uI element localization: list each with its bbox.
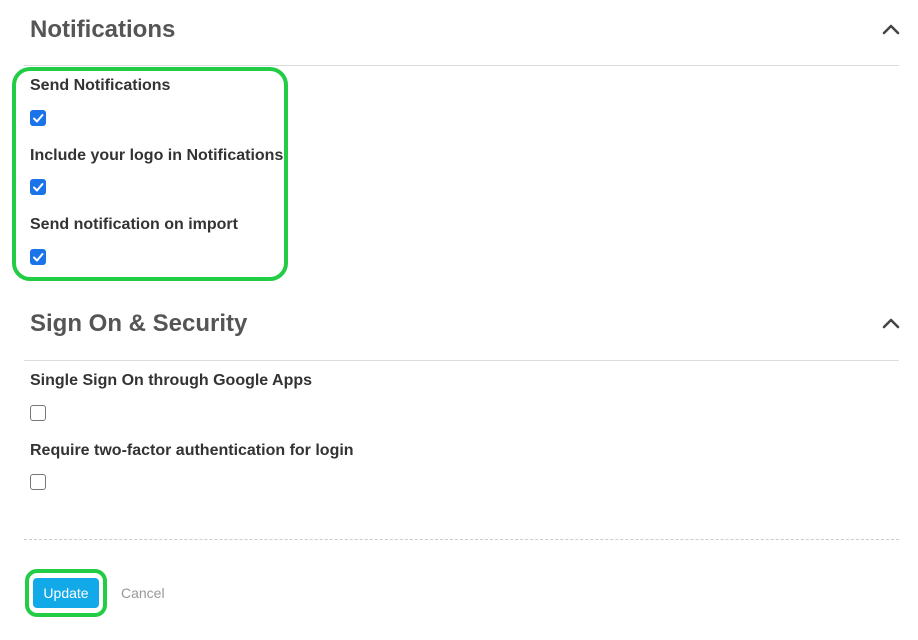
two-factor-checkbox[interactable] (30, 474, 46, 490)
two-factor-label: Require two-factor authentication for lo… (30, 442, 354, 459)
google-sso-label: Single Sign On through Google Apps (30, 372, 313, 389)
send-notifications-checkbox[interactable] (30, 110, 46, 126)
include-logo-checkbox[interactable] (30, 179, 46, 195)
actions-divider (24, 539, 899, 540)
send-notifications-label: Send Notifications (30, 77, 171, 94)
cancel-link[interactable]: Cancel (121, 585, 165, 601)
include-logo-label: Include your logo in Notifications (30, 147, 284, 164)
security-divider (24, 360, 899, 361)
notifications-divider (24, 65, 899, 66)
notify-on-import-checkbox[interactable] (30, 249, 46, 265)
chevron-up-icon[interactable] (882, 23, 900, 35)
chevron-up-icon[interactable] (882, 317, 900, 329)
notifications-highlight (12, 67, 288, 281)
update-button[interactable]: Update (33, 578, 99, 608)
security-title: Sign On & Security (30, 310, 248, 337)
notifications-title: Notifications (30, 16, 176, 43)
google-sso-checkbox[interactable] (30, 405, 46, 421)
notify-on-import-label: Send notification on import (30, 216, 238, 233)
